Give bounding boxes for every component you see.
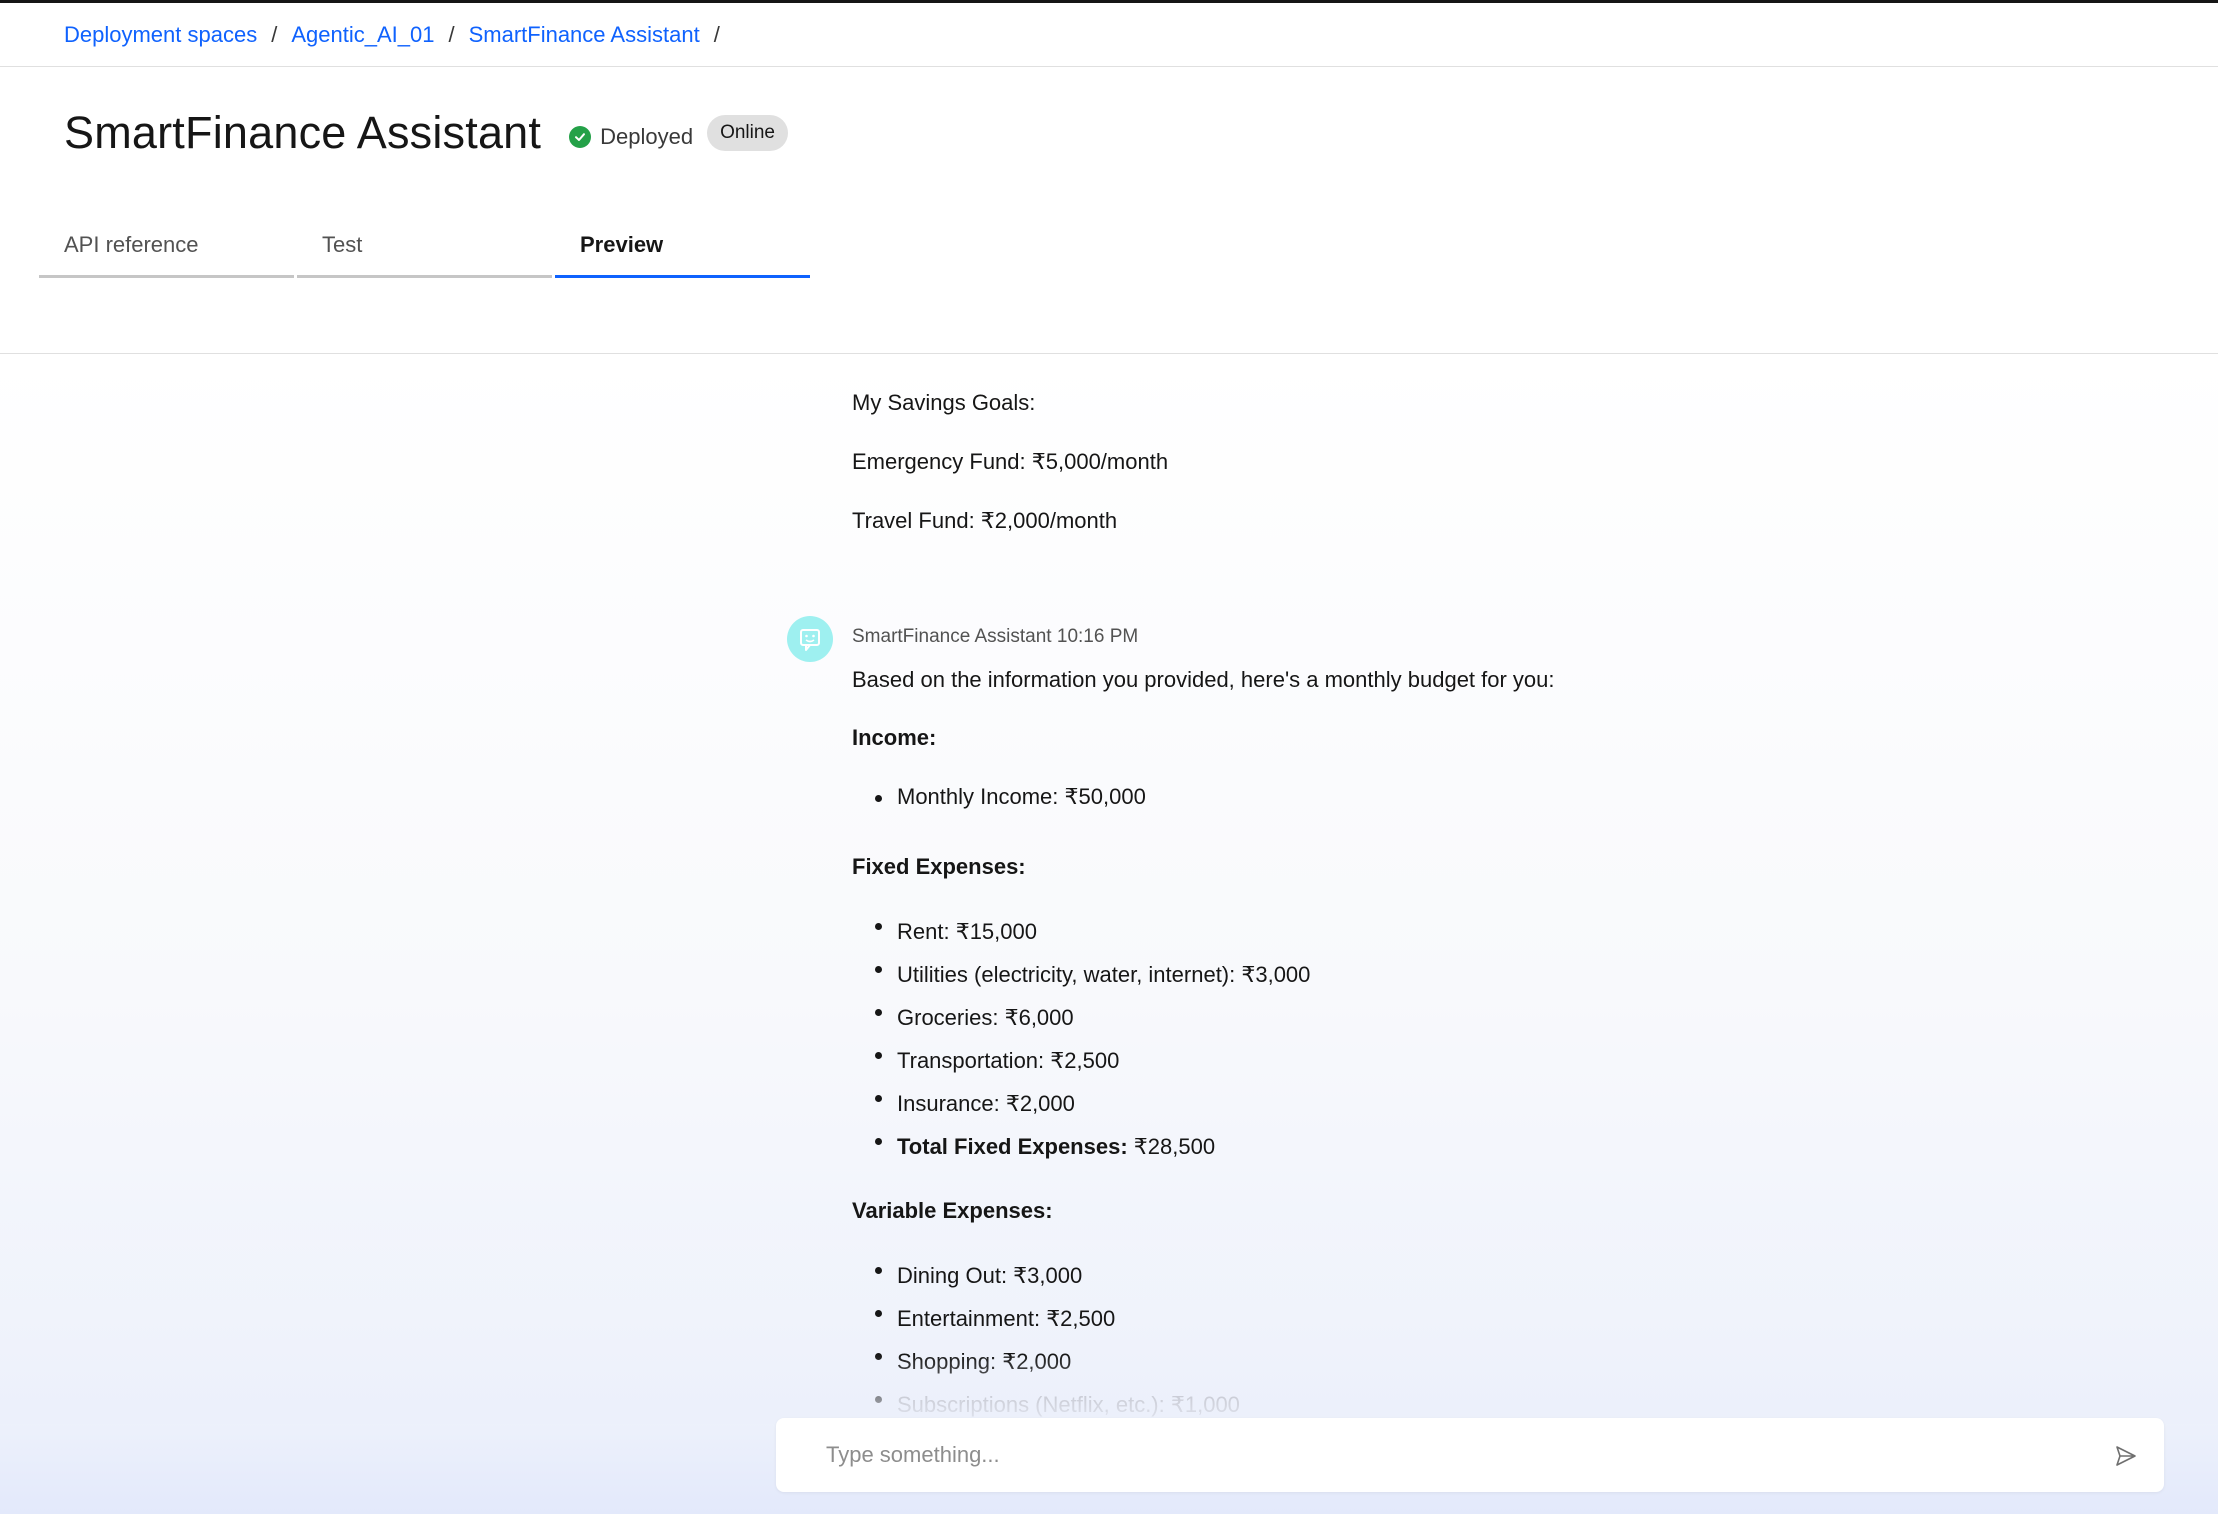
variable-expenses-heading: Variable Expenses: xyxy=(852,1198,1053,1223)
checkmark-filled-icon xyxy=(569,126,592,148)
income-heading: Income: xyxy=(852,725,937,750)
fixed-total-label: Total Fixed Expenses: xyxy=(897,1134,1128,1159)
list-item: Entertainment: ₹2,500 xyxy=(852,1297,1752,1340)
list-item: Insurance: ₹2,000 xyxy=(852,1082,1752,1125)
breadcrumb-agentic-ai-01[interactable]: Agentic_AI_01 xyxy=(291,22,434,48)
income-list: Monthly Income: ₹50,000 xyxy=(852,782,1752,812)
sender-name: SmartFinance Assistant xyxy=(852,626,1052,647)
breadcrumb: Deployment spaces / Agentic_AI_01 / Smar… xyxy=(64,22,734,48)
tab-list: API reference Test Preview xyxy=(39,222,810,278)
user-message-line: My Savings Goals: xyxy=(852,390,1036,415)
message-composer xyxy=(776,1418,2164,1492)
title-row: SmartFinance Assistant Deployed Online xyxy=(64,107,788,158)
header-divider xyxy=(0,66,2218,67)
list-item: Dining Out: ₹3,000 xyxy=(852,1254,1752,1297)
fixed-expenses-heading: Fixed Expenses: xyxy=(852,854,1026,879)
list-item-total: Total Fixed Expenses: ₹28,500 xyxy=(852,1125,1752,1168)
status-badge: Online xyxy=(707,115,788,151)
chatbot-icon xyxy=(787,616,833,662)
breadcrumb-deployment-spaces[interactable]: Deployment spaces xyxy=(64,22,257,48)
top-border xyxy=(0,0,2218,3)
variable-expenses-list: Dining Out: ₹3,000 Entertainment: ₹2,500… xyxy=(852,1254,1752,1426)
chat-area[interactable]: My Savings Goals: Emergency Fund: ₹5,000… xyxy=(0,354,2218,1514)
fixed-total-value: ₹28,500 xyxy=(1133,1134,1216,1159)
message-intro: Based on the information you provided, h… xyxy=(852,667,1555,692)
tab-api-reference[interactable]: API reference xyxy=(39,222,294,278)
list-item: Transportation: ₹2,500 xyxy=(852,1039,1752,1082)
list-item: Monthly Income: ₹50,000 xyxy=(852,782,1752,812)
deployment-status: Deployed xyxy=(569,124,693,150)
page-title: SmartFinance Assistant xyxy=(64,107,542,158)
user-message-line: Emergency Fund: ₹5,000/month xyxy=(852,449,1169,474)
message-time: 10:16 PM xyxy=(1056,626,1139,647)
breadcrumb-smartfinance-assistant[interactable]: SmartFinance Assistant xyxy=(469,22,700,48)
status-text: Deployed xyxy=(600,124,694,149)
fixed-expenses-list: Rent: ₹15,000 Utilities (electricity, wa… xyxy=(852,910,1752,1168)
user-message-line: Travel Fund: ₹2,000/month xyxy=(852,508,1118,533)
list-item: Rent: ₹15,000 xyxy=(852,910,1752,953)
tab-preview[interactable]: Preview xyxy=(555,222,810,278)
message-meta: SmartFinance Assistant 10:16 PM xyxy=(852,626,1138,648)
breadcrumb-separator: / xyxy=(448,22,455,47)
list-item: Utilities (electricity, water, internet)… xyxy=(852,953,1752,996)
tab-test[interactable]: Test xyxy=(297,222,552,278)
list-item: Shopping: ₹2,000 xyxy=(852,1340,1752,1383)
breadcrumb-separator: / xyxy=(713,22,720,47)
message-input[interactable] xyxy=(826,1442,2066,1468)
send-icon[interactable] xyxy=(2114,1444,2138,1468)
breadcrumb-separator: / xyxy=(271,22,278,47)
list-item: Groceries: ₹6,000 xyxy=(852,996,1752,1039)
